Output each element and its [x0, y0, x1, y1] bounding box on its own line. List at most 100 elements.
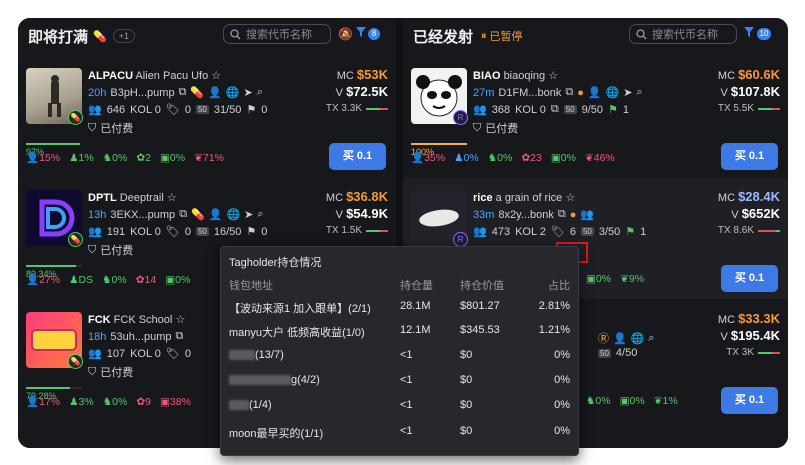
- tooltip-title: Tagholder持仓情况: [229, 257, 322, 269]
- holding-share: 1.21%: [538, 324, 570, 336]
- col-wallet: 钱包地址: [229, 280, 273, 292]
- user-icon[interactable]: 👤: [588, 86, 602, 99]
- user-icon[interactable]: 👤: [208, 86, 222, 99]
- user-icon[interactable]: 👤: [613, 332, 627, 345]
- stat-bundle: ▣0%: [165, 273, 191, 286]
- copy-icon[interactable]: ⧉: [565, 86, 573, 99]
- telegram-icon[interactable]: ➤: [623, 86, 632, 99]
- token-symbol: rice: [473, 192, 493, 204]
- star-icon[interactable]: ☆: [211, 70, 221, 82]
- search-icon[interactable]: ⌕: [648, 332, 654, 345]
- telegram-icon[interactable]: ➤: [244, 86, 253, 99]
- filter-icon[interactable]: [743, 26, 755, 41]
- star-icon[interactable]: ☆: [175, 314, 185, 326]
- paused-status[interactable]: ⏸ 已暂停: [481, 28, 523, 44]
- tx-label: TX 5.5K: [717, 103, 754, 114]
- token-metrics: 👥 191 KOL 0 🏷 0 50 16/50 ⚑ 0: [88, 225, 267, 239]
- holders-icon: 👥: [88, 104, 102, 116]
- token-symbol: BIAO: [473, 70, 501, 82]
- stat-dev: ♟0%: [454, 151, 479, 164]
- mute-bell-icon[interactable]: 🔕: [338, 27, 353, 41]
- flag-icon: ⚑: [608, 104, 618, 116]
- globe-icon[interactable]: 🌐: [631, 332, 645, 345]
- star-icon[interactable]: ☆: [548, 70, 558, 82]
- progress-bar: [26, 265, 82, 267]
- globe-icon[interactable]: 🌐: [226, 86, 240, 99]
- buy-button[interactable]: 买 0.1: [329, 143, 386, 170]
- search-input[interactable]: 搜索代币名称: [223, 24, 331, 44]
- stat-bundle: ▣38%: [159, 395, 191, 408]
- top50-count: 3/50: [598, 225, 621, 238]
- stat-insider: ✿14: [135, 273, 157, 286]
- token-fullname: a grain of rice: [495, 192, 563, 204]
- buy-button[interactable]: 买 0.1: [721, 143, 778, 170]
- col-value: 持仓价值: [460, 280, 504, 292]
- user-icon[interactable]: 👤: [209, 208, 223, 221]
- table-row[interactable]: moon最早买的(1/1) <1 $0 0%: [221, 425, 578, 449]
- users-icon[interactable]: 👥: [580, 208, 594, 221]
- token-age: 18h: [88, 330, 107, 343]
- table-row[interactable]: (1/4) <1 $0 0%: [221, 399, 578, 423]
- bonk-icon: ●: [569, 208, 577, 221]
- search-icon[interactable]: ⌕: [257, 86, 263, 99]
- search-placeholder: 搜索代币名称: [246, 29, 312, 41]
- copy-icon[interactable]: ⧉: [179, 208, 187, 221]
- filter-icon[interactable]: [355, 26, 367, 41]
- search-input[interactable]: 搜索代币名称: [629, 24, 737, 44]
- raydium-icon: R: [453, 110, 468, 125]
- holder-stats: ♞0% ▣0% ❦1%: [586, 395, 678, 407]
- tag-count[interactable]: 6: [570, 226, 576, 238]
- search-icon[interactable]: ⌕: [257, 208, 263, 221]
- token-meta: 27m D1FM...bonk ⧉ ● 👤 🌐 ➤ ⌕: [473, 86, 643, 99]
- token-age: 20h: [88, 86, 107, 99]
- top50-icon: 50: [580, 227, 594, 236]
- holders-count: 107: [106, 347, 126, 360]
- token-metrics: 👥 368 KOL 0 ⧉ 50 9/50 ⚑ 1: [473, 103, 629, 116]
- search-icon[interactable]: ⌕: [637, 86, 643, 99]
- count-badge: +1: [112, 29, 135, 43]
- flag-count: 0: [261, 103, 268, 116]
- token-fullname: Deeptrail: [119, 192, 164, 204]
- star-icon[interactable]: ☆: [167, 192, 177, 204]
- stat-top10: 👤17%: [26, 396, 61, 408]
- paid-icon: ⛉: [88, 121, 97, 134]
- stat-dev: ♟3%: [69, 395, 94, 408]
- token-fullname: biaoqing: [503, 70, 546, 82]
- tag-icon[interactable]: 🏷: [551, 225, 565, 238]
- table-row[interactable]: manyu大户 低频高收益(1/0) 12.1M $345.53 1.21%: [221, 324, 578, 348]
- token-fullname: FCK School: [113, 314, 173, 326]
- globe-icon[interactable]: 🌐: [226, 208, 240, 221]
- copy-icon: ⧉: [550, 103, 559, 115]
- token-card[interactable]: 💊 97% ALPACU Alien Pacu Ufo ☆ 20h B3pH..…: [18, 56, 396, 177]
- top50-count: 9/50: [581, 103, 604, 116]
- buy-button[interactable]: 买 0.1: [721, 265, 778, 292]
- holders-count: 646: [106, 103, 126, 116]
- holding-share: 0%: [554, 399, 570, 411]
- copy-icon[interactable]: ⧉: [176, 330, 184, 343]
- star-icon[interactable]: ☆: [565, 192, 575, 204]
- holding-amount: 12.1M: [400, 324, 431, 336]
- token-name: rice a grain of rice ☆: [473, 191, 575, 204]
- tag-icon: 🏷: [165, 104, 180, 116]
- table-row[interactable]: 【波动来源1 加入跟单】(2/1) 28.1M $801.27 2.81%: [221, 300, 578, 324]
- telegram-icon[interactable]: ➤: [244, 208, 253, 221]
- token-symbol: ALPACU: [88, 70, 134, 82]
- mc-value: $36.8K: [346, 189, 388, 204]
- buy-button[interactable]: 买 0.1: [721, 387, 778, 414]
- holding-share: 0%: [554, 425, 570, 437]
- token-card[interactable]: R 100% BIAO biaoqing ☆ 27m D1FM...bonk ⧉…: [403, 56, 788, 177]
- copy-icon[interactable]: ⧉: [179, 86, 187, 99]
- table-row[interactable]: (13/7) <1 $0 0%: [221, 349, 578, 373]
- raydium-icon: R: [453, 232, 468, 247]
- pill-icon: 💊: [68, 354, 83, 369]
- top50-count: 16/50: [213, 225, 242, 238]
- token-symbol: FCK: [88, 314, 111, 326]
- paid-icon: ⛉: [88, 243, 97, 256]
- table-row[interactable]: g(4/2) <1 $0 0%: [221, 374, 578, 398]
- top50-count: 31/50: [213, 103, 242, 116]
- search-placeholder: 搜索代币名称: [652, 29, 718, 41]
- token-age: 33m: [473, 208, 495, 221]
- holders-icon: 👥: [88, 226, 102, 238]
- copy-icon[interactable]: ⧉: [558, 208, 566, 221]
- globe-icon[interactable]: 🌐: [606, 86, 620, 99]
